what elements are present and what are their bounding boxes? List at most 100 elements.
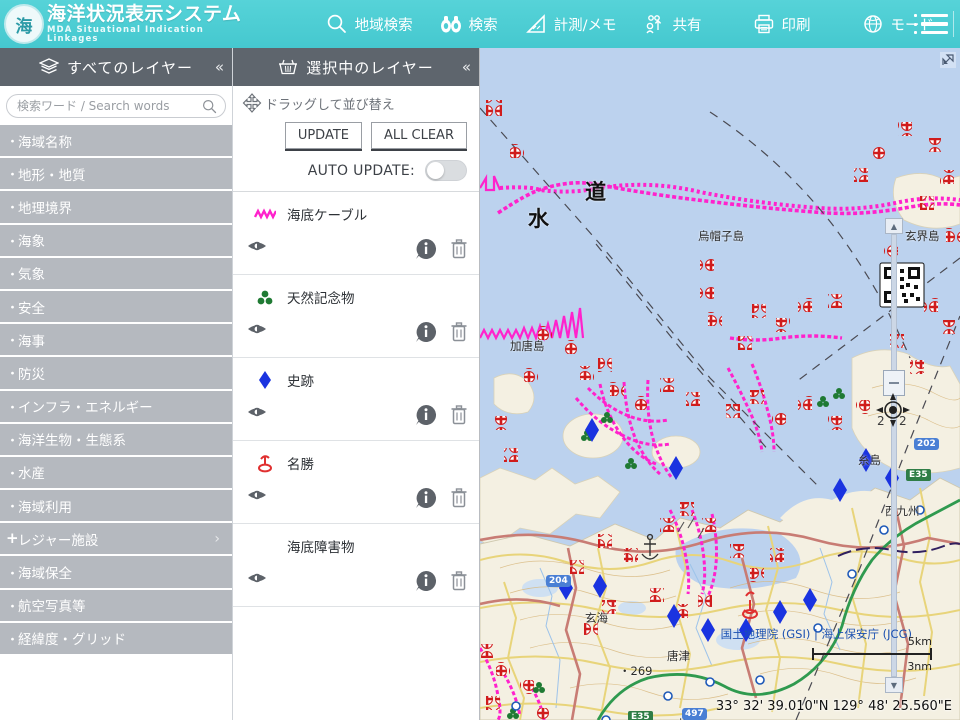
nav-item-search[interactable]: 検索 [426,0,511,48]
selected-layer-item[interactable]: 天然記念物 [233,275,479,358]
info-icon[interactable] [415,238,437,264]
bullet-icon: ・ [6,566,20,582]
expand-map-icon[interactable] [940,52,956,68]
layer-category-item[interactable]: ・海洋生物・生態系 [0,423,232,457]
compass-icon[interactable] [876,393,910,427]
layer-category-label: インフラ・エネルギー [18,400,153,417]
selected-layer-item[interactable]: 史跡 [233,358,479,441]
selected-layer-label: 天然記念物 [287,291,355,307]
eye-visibility-icon[interactable] [247,238,267,258]
collapse-all-layers-button[interactable]: « [215,58,224,76]
layer-category-item[interactable]: ・海象 [0,224,232,258]
layer-category-item[interactable]: ・海域名称 [0,125,232,159]
info-icon[interactable] [415,487,437,513]
zoom-track[interactable] [891,234,897,677]
layer-search-area [0,86,232,125]
nav-item-share[interactable]: 共有 [630,0,715,48]
bullet-icon: ・ [6,367,20,383]
layer-category-item[interactable]: + レジャー施設 › [0,523,232,557]
layer-category-label: 航空写真等 [18,599,86,616]
layer-category-item[interactable]: ・海域保全 [0,556,232,590]
map-viewport[interactable]: 水道烏帽子島玄界島加唐島糸島玄海唐津西九州・269松 204497202E35E… [480,48,960,720]
layer-category-list: ・海域名称・地形・地質・地理境界・海象・気象・安全・海事・防災・インフラ・エネル… [0,125,232,656]
app-header: 海 海洋状況表示システム MDA Situational Indication … [0,0,960,48]
selected-layer-header: 海底ケーブル [233,192,479,236]
nav-label: 計測/メモ [553,17,617,34]
map-attribution[interactable]: 国土地理院 (GSI) | 海上保安庁 (JCG) [721,626,912,642]
update-button[interactable]: UPDATE [284,122,363,149]
all-layers-panel-header: すべてのレイヤー « [0,48,232,86]
hamburger-menu-icon[interactable] [906,6,952,42]
selected-layer-actions [233,402,479,440]
selected-layer-header: 史跡 [233,358,479,402]
delete-icon[interactable] [449,404,469,430]
all-clear-button[interactable]: ALL CLEAR [371,122,467,149]
nav-item-region-search[interactable]: 地域検索 [312,0,426,48]
layer-category-label: 安全 [18,300,45,317]
layer-category-item[interactable]: ・水産 [0,456,232,491]
drag-hint-label: ドラッグして並び替え [265,97,395,113]
search-input[interactable] [17,99,215,113]
app-logo[interactable]: 海 海洋状況表示システム MDA Situational Indication … [0,0,250,48]
info-icon[interactable] [415,570,437,596]
bullet-icon: ・ [6,168,20,184]
eye-visibility-icon[interactable] [247,404,267,424]
search-box[interactable] [6,94,226,118]
eye-visibility-icon[interactable] [247,487,267,507]
zoom-in-icon[interactable]: ▲ [885,218,903,234]
search-icon[interactable] [202,99,217,118]
header-divider [953,11,954,37]
bullet-icon: ・ [6,466,20,482]
layer-category-label: 防災 [18,366,45,383]
delete-icon[interactable] [449,570,469,596]
auto-update-toggle[interactable] [425,160,467,181]
zoom-out-icon[interactable]: ▼ [885,677,903,693]
eye-visibility-icon[interactable] [247,570,267,590]
selected-layer-actions [233,485,479,523]
layer-category-item[interactable]: ・航空写真等 [0,589,232,623]
delete-icon[interactable] [449,321,469,347]
bullet-icon: ・ [6,267,20,283]
layer-category-item[interactable]: ・気象 [0,257,232,291]
layer-category-label: 気象 [18,267,45,284]
info-icon[interactable] [415,404,437,430]
layer-category-item[interactable]: ・安全 [0,290,232,325]
layer-category-item[interactable]: ・経緯度・グリッド [0,622,232,656]
bullet-icon: ・ [6,500,20,516]
zoom-slider-control[interactable]: ▲ ▼ 2 2 [877,218,907,693]
bullet-icon: ・ [6,234,20,250]
selected-layer-item[interactable]: 名勝 [233,441,479,524]
selected-layers-panel-title: 選択中のレイヤー [306,58,434,77]
layer-category-item[interactable]: ・防災 [0,357,232,391]
selected-layer-item[interactable]: 海底障害物 [233,524,479,607]
map-route-shield: 202 [914,438,939,450]
layer-category-label: 地理境界 [18,200,72,217]
bullet-icon: ・ [6,433,20,449]
eye-visibility-icon[interactable] [247,321,267,341]
collapse-selected-layers-button[interactable]: « [462,58,471,76]
map-scale-bar: 5km 3nm [812,635,932,673]
selected-layers-panel: 選択中のレイヤー « ドラッグして並び替え UPDATE ALL CLEAR A… [233,48,480,720]
info-icon[interactable] [415,321,437,347]
nav-item-print[interactable]: 印刷 [739,0,824,48]
map-place-label: 道 [585,180,609,204]
layer-category-item[interactable]: ・地形・地質 [0,158,232,192]
map-place-label: 加唐島 [510,339,545,353]
app-title: 海洋状況表示システム [47,3,242,25]
layer-category-label: 海洋生物・生態系 [18,433,126,450]
layers-stack-icon [39,58,60,76]
layer-category-item[interactable]: ・地理境界 [0,191,232,225]
logo-mark-icon: 海 [4,4,44,44]
selected-layer-item[interactable]: 海底ケーブル [233,192,479,275]
nav-label: 検索 [468,17,498,34]
layer-category-item[interactable]: ・海域利用 [0,490,232,524]
map-route-shield: 497 [682,708,707,720]
delete-icon[interactable] [449,487,469,513]
nav-item-measure-memo[interactable]: 計測/メモ [511,0,630,48]
layer-category-item[interactable]: ・インフラ・エネルギー [0,390,232,424]
header-nav: 地域検索 検索 計測/メモ 共有 印刷 モード [312,0,960,48]
share-person-icon [643,12,667,36]
chevron-right-icon[interactable]: › [214,531,220,547]
layer-category-item[interactable]: ・海事 [0,324,232,358]
delete-icon[interactable] [449,238,469,264]
